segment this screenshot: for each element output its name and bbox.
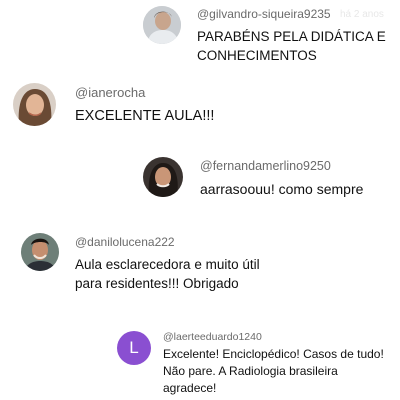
- comment-text: Excelente! Enciclopédico! Casos de tudo!…: [163, 347, 384, 396]
- comment-author-handle[interactable]: @gilvandro-siqueira9235: [197, 7, 331, 21]
- comment-text: aarrasoouu! como sempre: [200, 181, 364, 197]
- user-avatar[interactable]: [13, 83, 56, 126]
- user-avatar[interactable]: [143, 6, 181, 44]
- comment-timestamp: há 2 anos: [340, 9, 384, 20]
- comment-text: Aula esclarecedora e muito útil para res…: [75, 257, 260, 292]
- user-avatar[interactable]: [143, 157, 183, 197]
- comment-text: EXCELENTE AULA!!!: [75, 108, 215, 124]
- avatar-letter: L: [129, 338, 139, 357]
- comment-text: PARABÉNS PELA DIDÁTICA E CONHECIMENTOS: [197, 29, 386, 64]
- comment-author-handle[interactable]: @danilolucena222: [75, 235, 175, 249]
- user-avatar[interactable]: [21, 233, 59, 271]
- user-avatar[interactable]: L: [117, 331, 151, 365]
- comment-author-handle[interactable]: @laerteeduardo1240: [163, 331, 262, 343]
- comment-author-handle[interactable]: @ianerocha: [75, 85, 145, 100]
- comment-author-handle[interactable]: @fernandamerlino9250: [200, 159, 331, 173]
